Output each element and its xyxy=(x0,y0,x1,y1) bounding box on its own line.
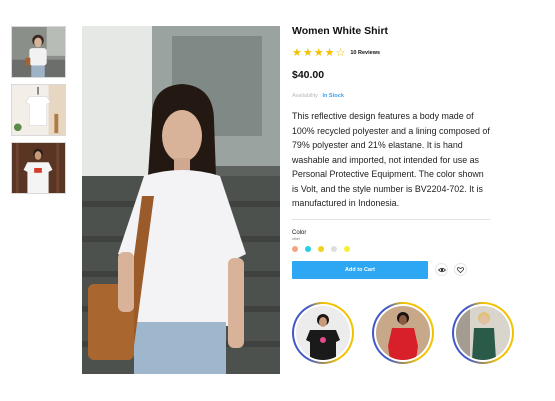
add-to-cart-button[interactable]: Add to Cart xyxy=(292,260,428,279)
reviews-count[interactable]: 10 Reviews xyxy=(350,50,380,56)
color-sublabel: other xyxy=(292,236,300,241)
story-strip xyxy=(292,302,532,364)
product-rating: ★ ★ ★ ★ ☆ 10 Reviews xyxy=(292,47,492,59)
star-outline-icon: ☆ xyxy=(335,46,346,59)
product-title: Women White Shirt xyxy=(292,25,389,37)
star-icon: ★ xyxy=(313,46,324,59)
story-circle[interactable] xyxy=(292,302,354,364)
product-price: $40.00 xyxy=(292,69,325,81)
availability-label: Availability : xyxy=(292,93,321,99)
divider xyxy=(292,218,490,220)
availability-value: In Stock xyxy=(322,93,344,99)
heart-icon[interactable] xyxy=(454,263,467,276)
star-icon: ★ xyxy=(324,46,335,59)
story-circle[interactable] xyxy=(372,302,434,364)
color-swatches xyxy=(292,245,492,252)
thumbnail-list xyxy=(11,26,66,200)
product-actions: Add to Cart xyxy=(292,260,492,279)
color-label: Color xyxy=(292,229,307,236)
color-swatch[interactable] xyxy=(318,245,324,252)
color-swatch[interactable] xyxy=(305,245,311,252)
availability: Availability : In Stock xyxy=(292,93,492,99)
color-swatch[interactable] xyxy=(331,245,337,252)
story-circle[interactable] xyxy=(452,302,514,364)
thumbnail-3[interactable] xyxy=(11,142,66,194)
color-swatch[interactable] xyxy=(344,245,350,252)
color-swatch[interactable] xyxy=(292,245,298,252)
thumbnail-1[interactable] xyxy=(11,26,66,78)
star-icon: ★ xyxy=(302,46,313,59)
star-icon: ★ xyxy=(292,46,302,59)
eye-icon[interactable] xyxy=(435,263,448,276)
product-description: This reflective design features a body m… xyxy=(292,111,490,208)
product-info: Women White Shirt ★ ★ ★ ★ ☆ 10 Reviews $… xyxy=(292,22,492,279)
thumbnail-2[interactable] xyxy=(11,84,66,136)
main-product-image xyxy=(82,26,280,374)
